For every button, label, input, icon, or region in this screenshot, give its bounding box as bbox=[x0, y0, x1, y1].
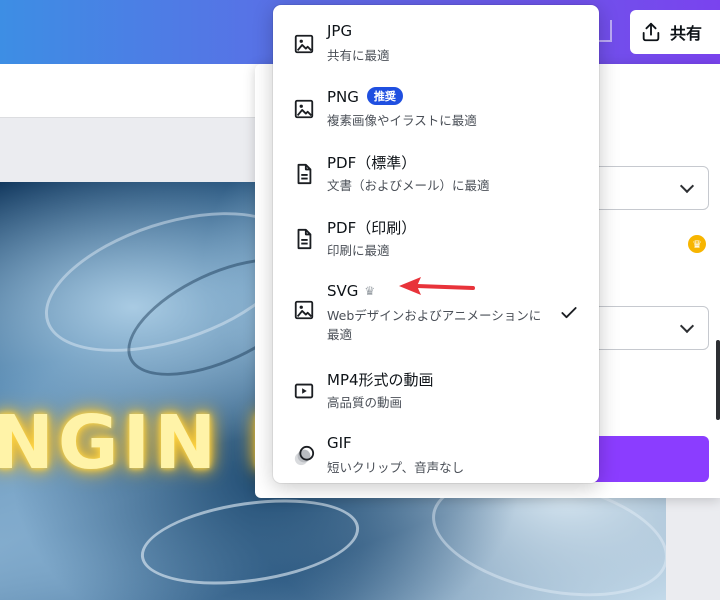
file-type-dropdown: JPG 共有に最適 PNG 推奨 複素画像やイラストに最適 PDF（標準） 文書（… bbox=[273, 5, 599, 483]
video-icon bbox=[294, 383, 314, 399]
option-pdf-standard[interactable]: PDF（標準） 文書（およびメール）に最適 bbox=[273, 139, 599, 199]
option-jpg[interactable]: JPG 共有に最適 bbox=[273, 9, 599, 69]
chevron-down-icon bbox=[679, 318, 695, 334]
checkmark-icon bbox=[561, 307, 577, 319]
option-title: MP4形式の動画 bbox=[327, 371, 434, 389]
option-description: 共有に最適 bbox=[327, 48, 390, 63]
crown-icon: ♛ bbox=[688, 235, 706, 253]
option-png[interactable]: PNG 推奨 複素画像やイラストに最適 bbox=[273, 74, 599, 134]
option-description: 複素画像やイラストに最適 bbox=[327, 113, 477, 128]
option-title: PNG 推奨 bbox=[327, 87, 403, 106]
option-description: 短いクリップ、音声なし bbox=[327, 460, 465, 475]
document-icon bbox=[297, 228, 312, 250]
option-pdf-print[interactable]: PDF（印刷） 印刷に最適 bbox=[273, 204, 599, 264]
option-gif[interactable]: GIF 短いクリップ、音声なし bbox=[273, 421, 599, 481]
annotation-arrow-icon bbox=[399, 277, 475, 295]
option-title: PDF（標準） bbox=[327, 154, 417, 172]
share-button-label: 共有 bbox=[670, 24, 703, 43]
image-icon bbox=[294, 300, 314, 320]
option-title: GIF bbox=[327, 434, 352, 452]
download-button[interactable] bbox=[585, 436, 709, 482]
chevron-down-icon bbox=[679, 178, 695, 194]
scrollbar[interactable] bbox=[716, 340, 720, 420]
option-select[interactable] bbox=[585, 306, 709, 350]
pro-crown-icon: ♛ bbox=[364, 284, 376, 298]
file-type-select[interactable] bbox=[585, 166, 709, 210]
option-title: SVG ♛ bbox=[327, 282, 376, 300]
option-description: 文書（およびメール）に最適 bbox=[327, 178, 490, 193]
document-icon bbox=[297, 163, 312, 185]
recommended-badge: 推奨 bbox=[366, 87, 403, 105]
share-button[interactable]: 共有 bbox=[630, 10, 720, 54]
option-title: JPG bbox=[327, 22, 353, 40]
option-title: PDF（印刷） bbox=[327, 219, 417, 237]
option-description: 高品質の動画 bbox=[327, 395, 403, 410]
option-description: Webデザインおよびアニメーションに最適 bbox=[327, 308, 542, 342]
option-mp4[interactable]: MP4形式の動画 高品質の動画 bbox=[273, 356, 599, 416]
option-description: 印刷に最適 bbox=[327, 243, 390, 258]
share-icon bbox=[642, 22, 660, 42]
gif-icon bbox=[294, 445, 315, 466]
image-icon bbox=[294, 34, 314, 54]
image-icon bbox=[294, 99, 314, 119]
texture-swirl bbox=[135, 487, 365, 597]
